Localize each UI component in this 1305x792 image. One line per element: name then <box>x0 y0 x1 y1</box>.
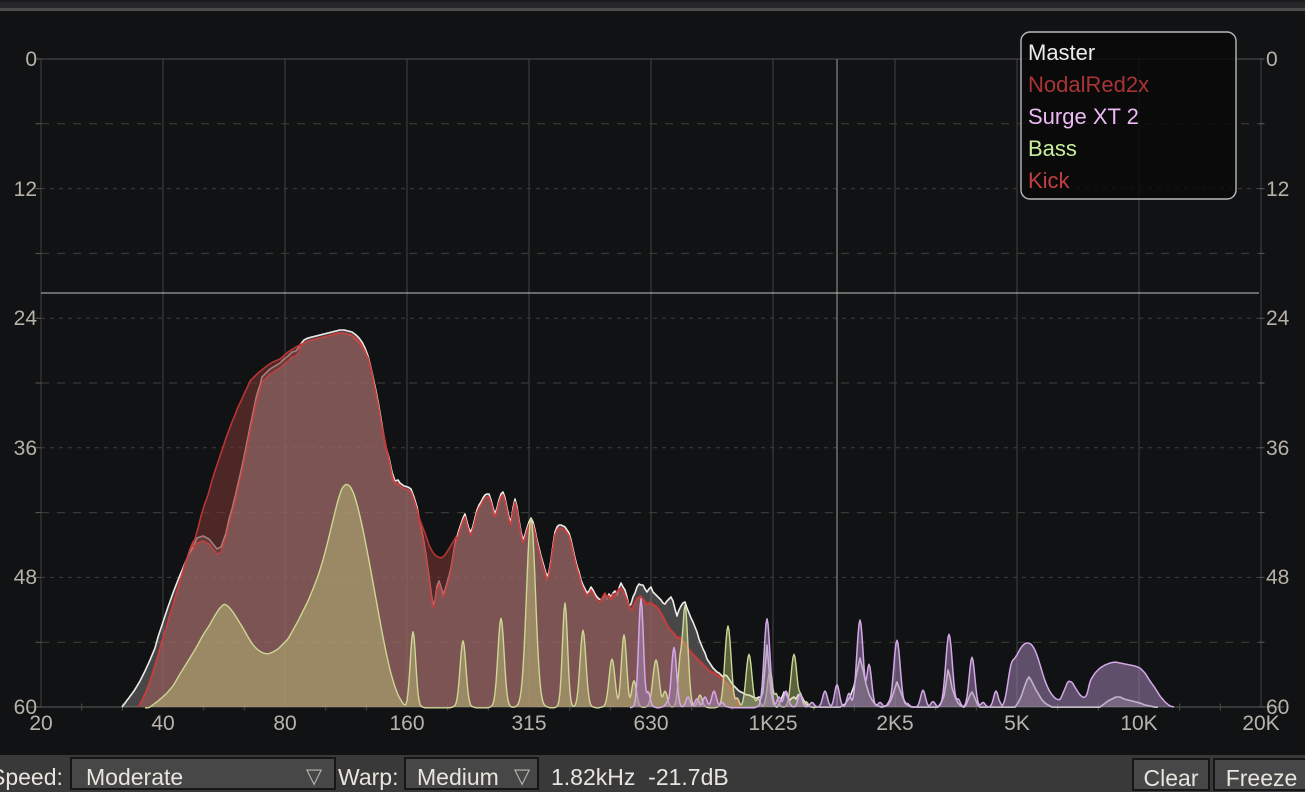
svg-text:12: 12 <box>14 178 37 201</box>
svg-text:0: 0 <box>1266 48 1278 71</box>
svg-text:2K5: 2K5 <box>876 712 913 735</box>
svg-text:Bass: Bass <box>1028 136 1077 161</box>
svg-text:20K: 20K <box>1242 712 1279 735</box>
svg-text:24: 24 <box>1266 307 1290 330</box>
svg-text:20: 20 <box>29 712 52 735</box>
svg-text:24: 24 <box>14 307 38 330</box>
svg-text:1K25: 1K25 <box>748 712 797 735</box>
svg-text:36: 36 <box>14 437 37 460</box>
svg-text:630: 630 <box>633 712 668 735</box>
svg-text:80: 80 <box>273 712 296 735</box>
svg-text:0: 0 <box>25 48 37 71</box>
svg-text:160: 160 <box>389 712 424 735</box>
svg-text:10K: 10K <box>1120 712 1157 735</box>
svg-text:36: 36 <box>1266 437 1289 460</box>
svg-text:Surge XT 2: Surge XT 2 <box>1028 104 1139 129</box>
svg-text:NodalRed2x: NodalRed2x <box>1028 72 1149 97</box>
svg-text:12: 12 <box>1266 178 1289 201</box>
svg-text:315: 315 <box>511 712 546 735</box>
svg-text:Kick: Kick <box>1028 168 1071 193</box>
svg-text:48: 48 <box>1266 566 1289 589</box>
svg-text:Master: Master <box>1028 40 1095 65</box>
svg-text:5K: 5K <box>1004 712 1030 735</box>
svg-text:48: 48 <box>14 566 37 589</box>
svg-text:40: 40 <box>151 712 174 735</box>
